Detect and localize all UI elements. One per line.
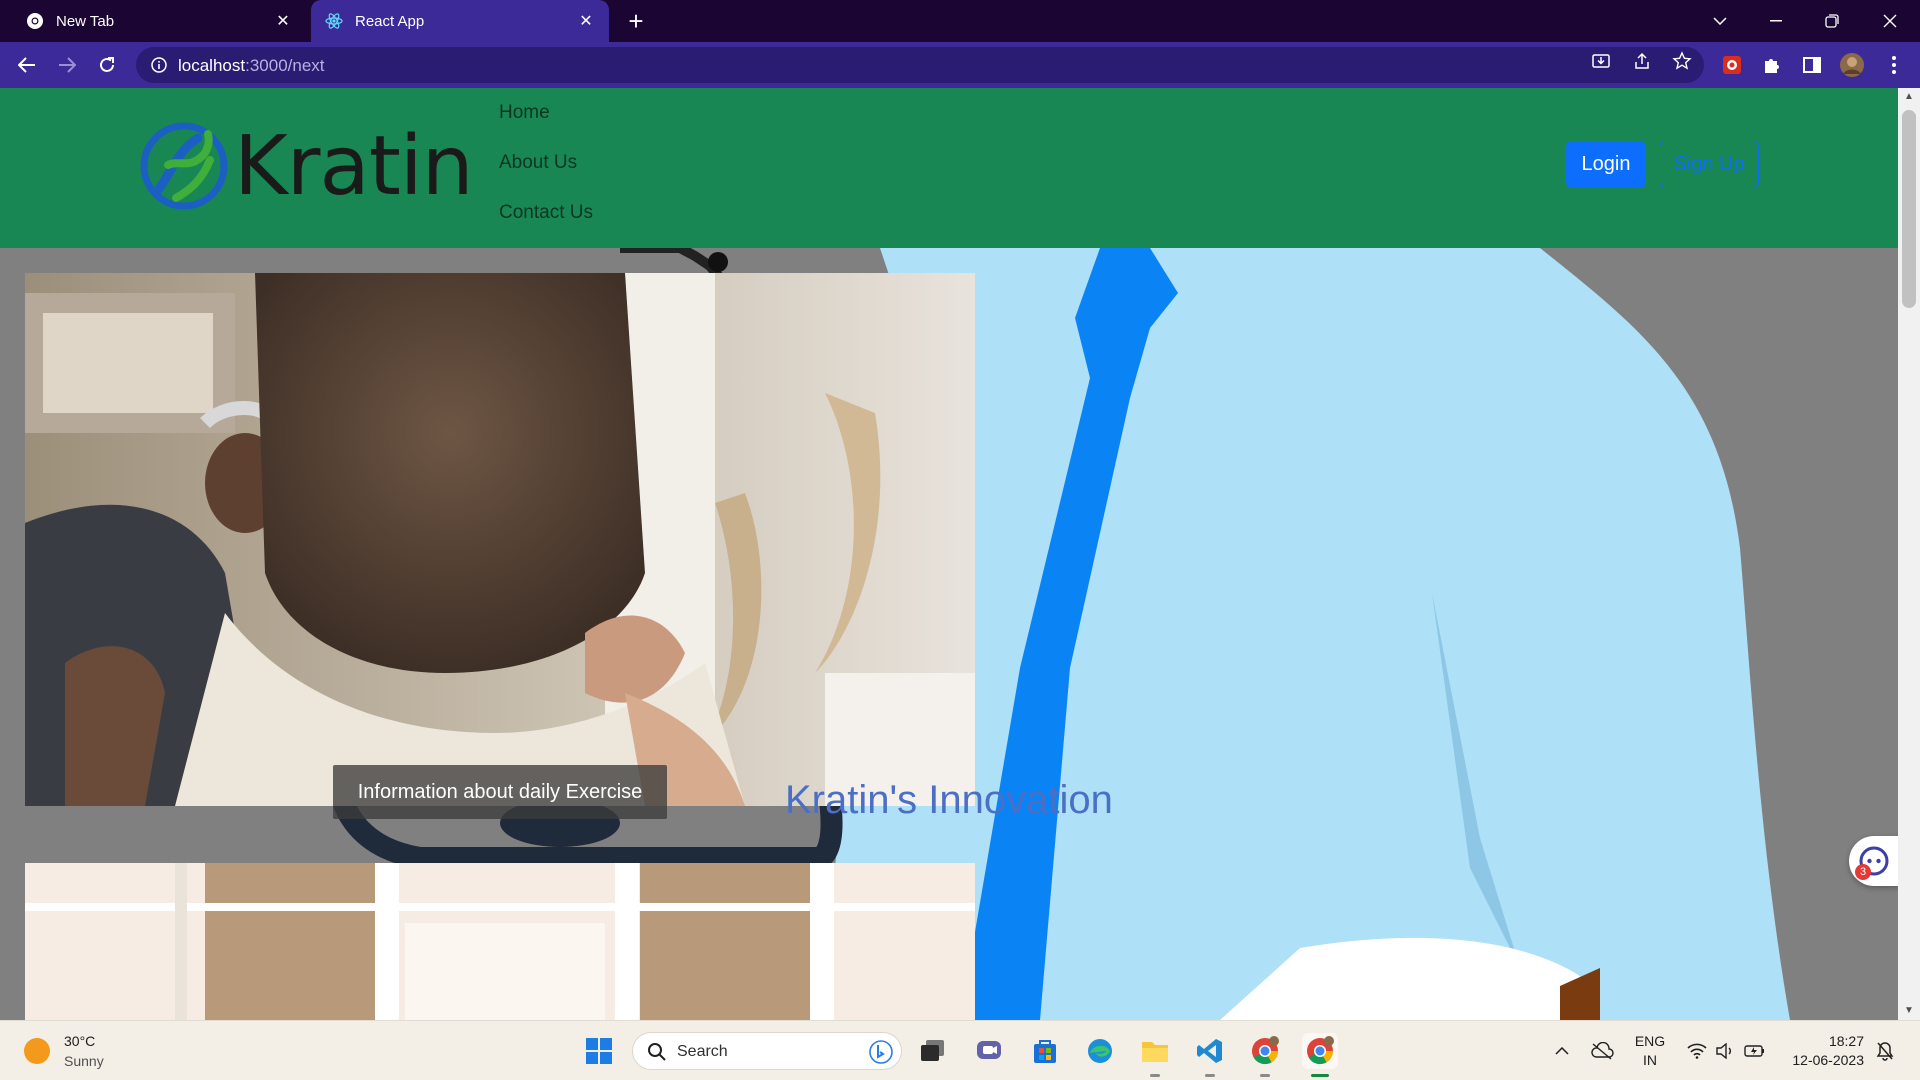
region-code: IN bbox=[1643, 1052, 1657, 1068]
nav-contact-us[interactable]: Contact Us bbox=[499, 188, 593, 238]
hero-caption: Information about daily Exercise bbox=[333, 765, 667, 819]
notification-bell-icon[interactable] bbox=[1874, 1039, 1896, 1063]
bing-icon[interactable] bbox=[869, 1040, 893, 1064]
tab-react-app[interactable]: React App ✕ bbox=[311, 0, 609, 42]
windows-start-icon[interactable] bbox=[581, 1033, 617, 1069]
weather-condition: Sunny bbox=[64, 1053, 104, 1069]
taskbar-search-box[interactable]: Search bbox=[632, 1032, 902, 1070]
react-icon bbox=[325, 12, 343, 30]
reload-icon[interactable] bbox=[93, 51, 121, 79]
extension-red-icon[interactable] bbox=[1718, 51, 1746, 79]
running-indicator bbox=[1150, 1074, 1160, 1077]
teams-chat-icon[interactable] bbox=[971, 1033, 1007, 1069]
hero-section: Information about daily Exercise Kratin'… bbox=[0, 248, 1898, 1020]
chrome-active-taskbar-icon[interactable] bbox=[1302, 1033, 1338, 1077]
url-text: localhost:3000/next bbox=[178, 56, 325, 76]
chrome-icon bbox=[26, 12, 44, 30]
profile-avatar[interactable] bbox=[1838, 51, 1866, 79]
url-path: :3000/next bbox=[245, 56, 325, 75]
battery-charging-icon[interactable] bbox=[1744, 1039, 1766, 1063]
side-panel-icon[interactable] bbox=[1798, 51, 1826, 79]
clock-time: 18:27 bbox=[1828, 1033, 1864, 1049]
task-view-icon[interactable] bbox=[915, 1033, 951, 1069]
chrome-taskbar-icon[interactable] bbox=[1247, 1033, 1283, 1077]
vscode-icon[interactable] bbox=[1192, 1033, 1228, 1077]
file-explorer-icon[interactable] bbox=[1137, 1033, 1173, 1077]
browser-toolbar: localhost:3000/next bbox=[0, 42, 1920, 88]
brand-logo-link[interactable]: Kratin bbox=[138, 118, 474, 214]
running-indicator bbox=[1311, 1074, 1329, 1077]
sun-icon bbox=[24, 1038, 50, 1064]
new-tab-button[interactable]: + bbox=[622, 8, 650, 36]
more-menu-icon[interactable] bbox=[1880, 51, 1908, 79]
minimize-icon[interactable] bbox=[1756, 6, 1796, 36]
search-icon bbox=[648, 1043, 666, 1061]
close-window-icon[interactable] bbox=[1870, 6, 1910, 36]
edge-browser-icon[interactable] bbox=[1082, 1033, 1118, 1069]
site-info-icon[interactable] bbox=[150, 56, 168, 74]
nav-links: Home About Us Contact Us bbox=[499, 88, 593, 238]
restore-icon[interactable] bbox=[1812, 6, 1852, 36]
weather-temperature: 30°C bbox=[64, 1033, 96, 1049]
close-icon[interactable]: ✕ bbox=[272, 10, 294, 32]
running-indicator bbox=[1260, 1074, 1270, 1077]
web-page: Kratin Home About Us Contact Us Login Si… bbox=[0, 88, 1898, 1020]
search-label: Search bbox=[677, 1043, 728, 1060]
volume-icon[interactable] bbox=[1714, 1039, 1736, 1063]
room-photo bbox=[25, 863, 975, 1020]
bookmark-star-icon[interactable] bbox=[1672, 51, 1692, 71]
show-hidden-icons-chevron-icon[interactable] bbox=[1552, 1039, 1572, 1063]
exercise-photo bbox=[25, 273, 975, 806]
url-host: localhost bbox=[178, 56, 246, 75]
tab-new-tab[interactable]: New Tab ✕ bbox=[12, 0, 306, 42]
share-icon[interactable] bbox=[1632, 51, 1652, 71]
hero-title: Kratin's Innovation bbox=[785, 778, 1113, 822]
brand-name: Kratin bbox=[234, 118, 474, 214]
microsoft-store-icon[interactable] bbox=[1027, 1033, 1063, 1069]
clock-date: 12-06-2023 bbox=[1792, 1052, 1864, 1068]
scroll-down-icon[interactable]: ▼ bbox=[1898, 1002, 1920, 1020]
install-icon[interactable] bbox=[1591, 51, 1611, 71]
wifi-icon[interactable] bbox=[1686, 1039, 1708, 1063]
login-button[interactable]: Login bbox=[1566, 141, 1646, 188]
site-navbar: Kratin Home About Us Contact Us Login Si… bbox=[0, 88, 1898, 248]
signup-button[interactable]: Sign Up bbox=[1659, 141, 1759, 188]
page-scrollbar[interactable]: ▲ ▼ bbox=[1898, 88, 1920, 1020]
kratin-logo-icon bbox=[140, 122, 228, 210]
scroll-up-icon[interactable]: ▲ bbox=[1898, 88, 1920, 106]
tab-search-chevron-icon[interactable] bbox=[1700, 6, 1740, 36]
browser-tab-strip: New Tab ✕ React App ✕ + bbox=[0, 0, 1920, 42]
input-language-indicator[interactable]: ENG IN bbox=[1630, 1032, 1670, 1070]
tab-title: React App bbox=[355, 12, 425, 30]
nav-home[interactable]: Home bbox=[499, 88, 593, 138]
onedrive-offline-icon[interactable] bbox=[1590, 1039, 1614, 1063]
notification-badge: 3 bbox=[1855, 864, 1871, 880]
chat-assistant-button[interactable] bbox=[1849, 836, 1899, 886]
forward-arrow-icon[interactable] bbox=[53, 51, 81, 79]
address-bar[interactable]: localhost:3000/next bbox=[136, 47, 1704, 83]
extensions-puzzle-icon[interactable] bbox=[1758, 51, 1786, 79]
language-code: ENG bbox=[1634, 1033, 1666, 1049]
system-clock[interactable]: 18:27 12-06-2023 bbox=[1784, 1032, 1864, 1070]
tab-title: New Tab bbox=[56, 12, 115, 30]
nav-about-us[interactable]: About Us bbox=[499, 138, 593, 188]
windows-taskbar: 30°C Sunny Search ENG IN 18:27 12-06-202… bbox=[0, 1020, 1920, 1080]
back-arrow-icon[interactable] bbox=[13, 51, 41, 79]
weather-widget[interactable]: 30°C Sunny bbox=[24, 1031, 104, 1071]
scroll-thumb[interactable] bbox=[1902, 110, 1916, 308]
running-indicator bbox=[1205, 1074, 1215, 1077]
close-icon[interactable]: ✕ bbox=[575, 10, 597, 32]
